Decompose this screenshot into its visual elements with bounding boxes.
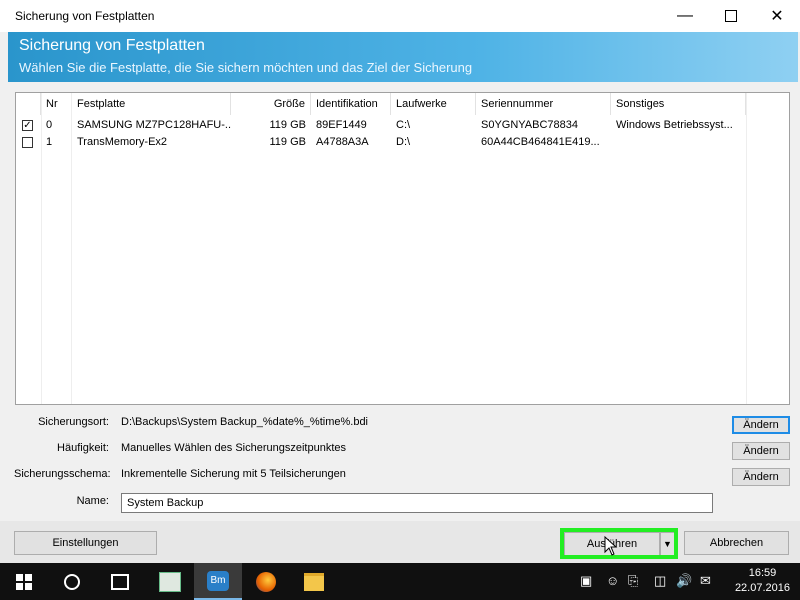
clock-date: 22.07.2016: [734, 582, 790, 594]
minimize-icon: —: [677, 7, 693, 24]
schema-value: Inkrementelle Sicherung mit 5 Teilsicher…: [121, 468, 346, 480]
cell-groesse: 119 GB: [269, 136, 307, 148]
taskbar-app-active[interactable]: Bm: [194, 563, 242, 600]
column-header-festplatte[interactable]: Festplatte: [72, 93, 231, 115]
frequency-label: Häufigkeit:: [57, 442, 109, 454]
taskbar-app-firefox[interactable]: [242, 563, 290, 600]
usb-icon[interactable]: ⎘: [628, 573, 638, 589]
name-label: Name:: [76, 495, 109, 507]
bm-app-icon: Bm: [207, 570, 229, 591]
cell-seriennummer: S0YGNYABC78834: [481, 119, 579, 131]
cancel-button[interactable]: Abbrechen: [684, 531, 789, 555]
mouse-cursor-icon: [604, 536, 618, 556]
volume-icon[interactable]: 🔊: [676, 573, 692, 589]
search-circle-icon: [64, 573, 80, 590]
column-header-nr[interactable]: Nr: [41, 93, 72, 115]
task-view-button[interactable]: [96, 563, 144, 600]
close-button[interactable]: ✕: [754, 0, 800, 32]
settings-button[interactable]: Einstellungen: [14, 531, 157, 555]
cell-laufwerke: C:\: [396, 119, 411, 131]
table-row[interactable]: ✓ 0 SAMSUNG MZ7PC128HAFU-... 119 GB 89EF…: [16, 117, 789, 134]
column-header-groesse[interactable]: Größe: [231, 93, 311, 115]
cell-sonstiges: Windows Betriebssyst...: [616, 119, 733, 131]
notification-icon[interactable]: ✉: [700, 573, 711, 589]
title-bar: Sicherung von Festplatten — ✕: [0, 0, 800, 32]
tray-app-icon[interactable]: ▣: [580, 573, 592, 589]
cell-nr: 1: [46, 136, 53, 148]
cell-festplatte: SAMSUNG MZ7PC128HAFU-...: [77, 119, 231, 131]
taskbar-app-explorer[interactable]: [290, 563, 338, 600]
column-header-checkbox[interactable]: [16, 93, 41, 115]
highlight-box: [560, 528, 678, 559]
cell-festplatte: TransMemory-Ex2: [77, 136, 168, 148]
cell-identifikation: A4788A3A: [316, 136, 369, 148]
backup-app-icon: [159, 571, 181, 592]
window-title: Sicherung von Festplatten: [15, 9, 155, 23]
firefox-icon: [256, 571, 276, 592]
column-header-identifikation[interactable]: Identifikation: [311, 93, 391, 115]
location-label: Sicherungsort:: [38, 416, 109, 428]
frequency-value: Manuelles Wählen des Sicherungszeitpunkt…: [121, 442, 347, 454]
column-header-laufwerke[interactable]: Laufwerke: [391, 93, 476, 115]
list-header: Nr Festplatte Größe Identifikation Laufw…: [16, 93, 789, 115]
windows-logo-icon: [16, 573, 32, 590]
cell-groesse: 119 GB: [269, 119, 307, 131]
schema-label: Sicherungsschema:: [14, 468, 111, 480]
column-header-sonstiges[interactable]: Sonstiges: [611, 93, 746, 115]
maximize-button[interactable]: [708, 0, 754, 32]
change-frequency-button[interactable]: Ändern: [732, 442, 790, 460]
start-button[interactable]: [0, 563, 48, 600]
cell-sonstiges: [611, 134, 746, 151]
close-icon: ✕: [770, 8, 784, 25]
change-schema-button[interactable]: Ändern: [732, 468, 790, 486]
task-view-icon: [111, 573, 129, 590]
network-icon[interactable]: ◫: [654, 573, 666, 589]
bottom-button-bar: Einstellungen Ausführen ▼ Abbrechen: [0, 521, 800, 563]
cell-laufwerke: D:\: [396, 136, 411, 148]
row-checkbox[interactable]: [22, 137, 33, 148]
location-value: D:\Backups\System Backup_%date%_%time%.b…: [121, 416, 369, 428]
clock-time: 16:59: [748, 567, 777, 579]
taskbar-app-backup-tool[interactable]: [146, 563, 194, 600]
cell-identifikation: 89EF1449: [316, 119, 367, 131]
minimize-button[interactable]: —: [662, 0, 708, 32]
change-location-button[interactable]: Ändern: [732, 416, 790, 434]
cell-nr: 0: [46, 119, 53, 131]
table-row[interactable]: 1 TransMemory-Ex2 119 GB A4788A3A D:\ 60…: [16, 134, 789, 151]
folder-icon: [304, 572, 324, 591]
dialog-window: Sicherung von Festplatten — ✕ Sicherung …: [0, 0, 800, 563]
header-banner: Sicherung von Festplatten Wählen Sie die…: [8, 32, 798, 82]
maximize-icon: [725, 10, 737, 22]
search-button[interactable]: [48, 563, 96, 600]
taskbar: Bm ▣ ☺ ⎘ ◫ 🔊 ✉ 16:59 22.07.2016: [0, 563, 800, 600]
column-header-seriennummer[interactable]: Seriennummer: [476, 93, 611, 115]
disk-list[interactable]: Nr Festplatte Größe Identifikation Laufw…: [15, 92, 790, 405]
name-input[interactable]: System Backup: [121, 493, 713, 513]
people-icon[interactable]: ☺: [606, 573, 619, 588]
banner-title: Sicherung von Festplatten: [19, 37, 205, 54]
cell-seriennummer: 60A44CB464841E419...: [481, 136, 600, 148]
banner-subtitle: Wählen Sie die Festplatte, die Sie siche…: [19, 60, 473, 75]
clock[interactable]: 16:59 22.07.2016: [735, 566, 790, 596]
row-checkbox[interactable]: ✓: [22, 120, 33, 131]
